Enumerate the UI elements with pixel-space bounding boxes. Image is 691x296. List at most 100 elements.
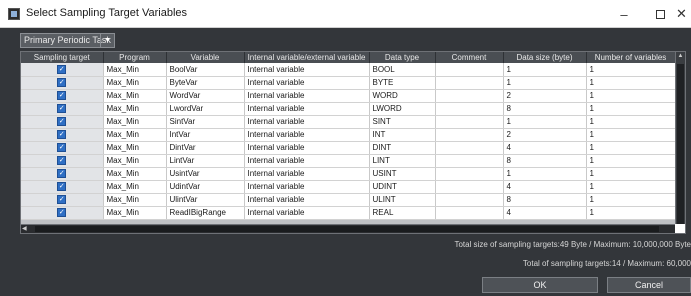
kind-cell: Internal variable [244,180,370,194]
sampling-target-cell: ✓ [21,76,104,90]
sampling-target-cell: ✓ [21,167,104,181]
sampling-target-checkbox[interactable]: ✓ [57,143,67,153]
sampling-target-cell: ✓ [21,193,104,207]
comment-cell [435,128,504,142]
sampling-target-checkbox[interactable]: ✓ [57,182,67,192]
sampling-target-checkbox[interactable]: ✓ [57,64,67,74]
program-cell: Max_Min [103,115,167,129]
sampling-target-checkbox[interactable]: ✓ [57,104,67,114]
table-row[interactable]: ✓ Max_Min UlintVar Internal variable ULINT 8 1 [21,193,676,207]
ok-button[interactable]: OK [482,277,598,293]
count-cell: 1 [586,63,676,77]
count-cell: 1 [586,141,676,155]
data-type-cell: INT [369,128,436,142]
variable-cell: LwordVar [166,102,245,116]
header-comment[interactable]: Comment [435,52,504,63]
vertical-scrollbar[interactable]: ▲ [675,52,685,227]
table-row[interactable]: ✓ Max_Min UsintVar Internal variable USINT 1 1 [21,167,676,181]
variables-table-panel: Sampling target Program Variable Interna… [20,51,686,234]
header-internal-external[interactable]: Internal variable/external variable [244,52,370,63]
cancel-button[interactable]: Cancel [607,277,691,293]
task-select-value: Primary Periodic Task [24,35,111,45]
chevron-down-icon[interactable]: ▼ [100,34,114,47]
comment-cell [435,193,504,207]
horizontal-scroll-thumb[interactable] [35,226,659,232]
window-title: Select Sampling Target Variables [26,7,188,19]
header-sampling-target[interactable]: Sampling target [21,52,104,63]
table-row[interactable]: ✓ Max_Min IntVar Internal variable INT 2 1 [21,128,676,142]
header-program[interactable]: Program [103,52,167,63]
data-size-cell: 8 [503,102,587,116]
variable-cell: SintVar [166,115,245,129]
horizontal-scrollbar[interactable]: ◀ [21,224,675,233]
variable-cell: IntVar [166,128,245,142]
program-cell: Max_Min [103,128,167,142]
comment-cell [435,63,504,77]
sampling-target-checkbox[interactable]: ✓ [57,91,67,101]
header-number-of-variables[interactable]: Number of variables [586,52,676,63]
sampling-target-checkbox[interactable]: ✓ [57,78,67,88]
sampling-target-cell: ✓ [21,206,104,220]
vertical-scroll-thumb[interactable] [677,64,684,224]
data-type-cell: WORD [369,89,436,103]
count-cell: 1 [586,167,676,181]
data-size-cell: 8 [503,193,587,207]
count-cell: 1 [586,89,676,103]
sampling-target-checkbox[interactable]: ✓ [57,130,67,140]
variable-cell: ReadIBigRange [166,206,245,220]
sampling-target-checkbox[interactable]: ✓ [57,195,67,205]
data-size-cell: 8 [503,154,587,168]
scroll-up-icon[interactable]: ▲ [676,53,685,62]
table-row[interactable]: ✓ Max_Min WordVar Internal variable WORD 2 1 [21,89,676,103]
data-type-cell: DINT [369,141,436,155]
sampling-target-cell: ✓ [21,180,104,194]
kind-cell: Internal variable [244,154,370,168]
sampling-target-checkbox[interactable]: ✓ [57,117,67,127]
table-row[interactable]: ✓ Max_Min DintVar Internal variable DINT 4 1 [21,141,676,155]
table-row[interactable]: ✓ Max_Min LintVar Internal variable LINT 8 1 [21,154,676,168]
table-row[interactable]: ✓ Max_Min SintVar Internal variable SINT 1 1 [21,115,676,129]
table-row[interactable]: ✓ Max_Min ByteVar Internal variable BYTE 1 1 [21,76,676,90]
data-size-cell: 2 [503,128,587,142]
kind-cell: Internal variable [244,63,370,77]
comment-cell [435,102,504,116]
data-size-cell: 1 [503,76,587,90]
comment-cell [435,141,504,155]
count-cell: 1 [586,76,676,90]
close-button[interactable]: ✕ [672,0,691,28]
variable-cell: WordVar [166,89,245,103]
sampling-target-cell: ✓ [21,141,104,155]
variable-cell: UlintVar [166,193,245,207]
header-data-size[interactable]: Data size (byte) [503,52,587,63]
total-count-label: Total of sampling targets:14 / Maximum: … [522,259,691,268]
table-row[interactable]: ✓ Max_Min ReadIBigRange Internal variable RE… [21,206,676,220]
data-type-cell: BOOL [369,63,436,77]
program-cell: Max_Min [103,154,167,168]
table-row[interactable]: ✓ Max_Min UdintVar Internal variable UDINT 4 1 [21,180,676,194]
variables-table: Sampling target Program Variable Interna… [21,52,676,220]
header-variable[interactable]: Variable [166,52,245,63]
sampling-target-cell: ✓ [21,63,104,77]
sampling-target-cell: ✓ [21,128,104,142]
kind-cell: Internal variable [244,193,370,207]
data-size-cell: 4 [503,180,587,194]
sampling-target-checkbox[interactable]: ✓ [57,156,67,166]
variable-cell: ByteVar [166,76,245,90]
comment-cell [435,206,504,220]
count-cell: 1 [586,193,676,207]
data-size-cell: 4 [503,206,587,220]
maximize-icon [655,9,665,19]
header-data-type[interactable]: Data type [369,52,436,63]
sampling-target-cell: ✓ [21,115,104,129]
minimize-button[interactable]: – [605,0,643,28]
comment-cell [435,89,504,103]
table-row[interactable]: ✓ Max_Min BoolVar Internal variable BOOL 1 1 [21,63,676,77]
data-type-cell: ULINT [369,193,436,207]
data-size-cell: 4 [503,141,587,155]
sampling-target-checkbox[interactable]: ✓ [57,169,67,179]
kind-cell: Internal variable [244,89,370,103]
sampling-target-checkbox[interactable]: ✓ [57,208,67,218]
scroll-left-icon[interactable]: ◀ [22,225,27,232]
table-row[interactable]: ✓ Max_Min LwordVar Internal variable LWORD 8 1 [21,102,676,116]
task-select[interactable]: Primary Periodic Task ▼ [20,33,115,48]
